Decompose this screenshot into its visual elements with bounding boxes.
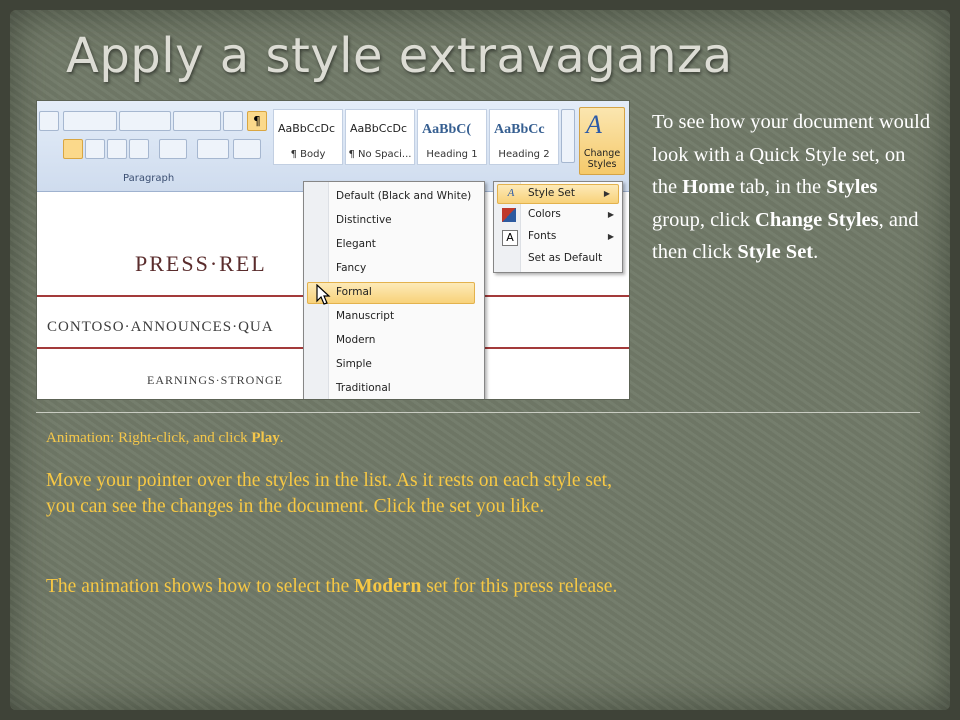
colors-icon	[502, 208, 516, 222]
menu-item-label: Style Set	[528, 187, 575, 199]
paragraph-group-label: Paragraph	[123, 173, 175, 184]
change-styles-label: Change Styles	[583, 148, 621, 170]
justify-icon[interactable]	[129, 139, 149, 159]
text-run: .	[813, 241, 819, 263]
word-screenshot: ¶ Paragraph AaBbCcDc ¶ Body AaBbCcDc ¶ N…	[36, 100, 630, 400]
style-heading-2[interactable]: AaBbCc Heading 2	[489, 109, 559, 165]
text-run: The animation shows how to select the	[46, 576, 355, 597]
text-run: set for this press release.	[421, 576, 618, 597]
modern-emphasis: Modern	[354, 576, 422, 597]
style-preview: AaBbCcDc	[350, 122, 408, 135]
menu-item-default[interactable]: Default (Black and White)	[336, 190, 471, 202]
text-run: tab, in the	[734, 176, 827, 198]
style-preview: AaBbCc	[494, 122, 545, 137]
sort-icon[interactable]	[223, 111, 243, 131]
menu-item-label: Formal	[336, 286, 372, 298]
pilcrow-icon[interactable]: ¶	[247, 111, 267, 131]
text-run: Animation: Right-click, and click	[46, 430, 252, 446]
change-styles-menu: A Style Set ▶ Colors ▶ A Fonts ▶ Set as …	[493, 181, 623, 273]
menu-item-elegant[interactable]: Elegant	[336, 238, 376, 250]
slide: Apply a style extravaganza ¶ Paragraph A…	[10, 10, 950, 710]
change-styles-emphasis: Change Styles	[755, 208, 879, 231]
indent-button[interactable]	[173, 111, 221, 131]
submenu-arrow-icon: ▶	[607, 232, 614, 241]
instruction-text: To see how your document would look with…	[652, 106, 932, 269]
text-run: .	[279, 430, 284, 446]
doc-subheading: CONTOSO·ANNOUNCES·QUA	[47, 319, 274, 335]
play-emphasis: Play	[251, 430, 280, 446]
doc-heading: PRESS·REL	[135, 251, 267, 276]
change-styles-button[interactable]: A Change Styles	[579, 107, 625, 175]
menu-item-modern[interactable]: Modern	[336, 334, 375, 346]
ribbon-button[interactable]	[39, 111, 59, 131]
menu-item-colors[interactable]: Colors	[528, 208, 561, 220]
style-name: ¶ No Spaci...	[348, 149, 412, 160]
align-left-icon[interactable]	[63, 139, 83, 159]
menu-item-formal[interactable]: Formal	[307, 282, 475, 305]
instruction-paragraph-1: Move your pointer over the styles in the…	[46, 470, 612, 517]
bullets-button[interactable]	[63, 111, 117, 131]
styles-emphasis: Styles	[826, 176, 878, 198]
text-run: group, click	[652, 208, 756, 231]
menu-item-traditional[interactable]: Traditional	[336, 382, 391, 394]
shading-icon[interactable]	[197, 139, 229, 159]
change-styles-icon: A	[586, 110, 602, 139]
align-right-icon[interactable]	[107, 139, 127, 159]
style-preview: AaBbC(	[422, 122, 472, 137]
style-body[interactable]: AaBbCcDc ¶ Body	[273, 109, 343, 165]
line-spacing-icon[interactable]	[159, 139, 187, 159]
menu-item-manuscript[interactable]: Manuscript	[336, 310, 394, 322]
slide-title: Apply a style extravaganza	[66, 28, 733, 84]
style-name: ¶ Body	[290, 149, 326, 160]
menu-item-fancy[interactable]: Fancy	[336, 262, 366, 274]
animation-note: Animation: Right-click, and click Play.	[46, 430, 283, 447]
fonts-icon: A	[502, 230, 518, 246]
submenu-arrow-icon: ▶	[603, 189, 610, 198]
styles-scroll-button[interactable]	[561, 109, 575, 163]
menu-item-simple[interactable]: Simple	[336, 358, 372, 370]
style-name: Heading 1	[426, 149, 478, 160]
style-preview: AaBbCcDc	[278, 122, 336, 135]
style-heading-1[interactable]: AaBbC( Heading 1	[417, 109, 487, 165]
home-emphasis: Home	[682, 176, 735, 198]
menu-item-distinctive[interactable]: Distinctive	[336, 214, 392, 226]
ribbon: ¶ Paragraph AaBbCcDc ¶ Body AaBbCcDc ¶ N…	[37, 101, 629, 192]
menu-item-fonts[interactable]: Fonts	[528, 230, 556, 242]
numbering-button[interactable]	[119, 111, 171, 131]
doc-tagline: EARNINGS·STRONGE	[147, 373, 283, 387]
mouse-pointer-icon	[316, 284, 331, 305]
borders-icon[interactable]	[233, 139, 261, 159]
menu-item-style-set[interactable]: A Style Set ▶	[497, 184, 619, 204]
align-center-icon[interactable]	[85, 139, 105, 159]
style-set-icon: A	[507, 187, 515, 199]
style-no-spacing[interactable]: AaBbCcDc ¶ No Spaci...	[345, 109, 415, 165]
style-set-menu: Default (Black and White) Distinctive El…	[303, 181, 485, 399]
instruction-paragraph-2: The animation shows how to select the Mo…	[46, 574, 636, 600]
menu-item-set-as-default[interactable]: Set as Default	[528, 252, 602, 264]
style-set-emphasis: Style Set	[737, 241, 814, 263]
style-name: Heading 2	[498, 149, 550, 160]
submenu-arrow-icon: ▶	[607, 210, 614, 219]
section-divider	[36, 412, 920, 413]
